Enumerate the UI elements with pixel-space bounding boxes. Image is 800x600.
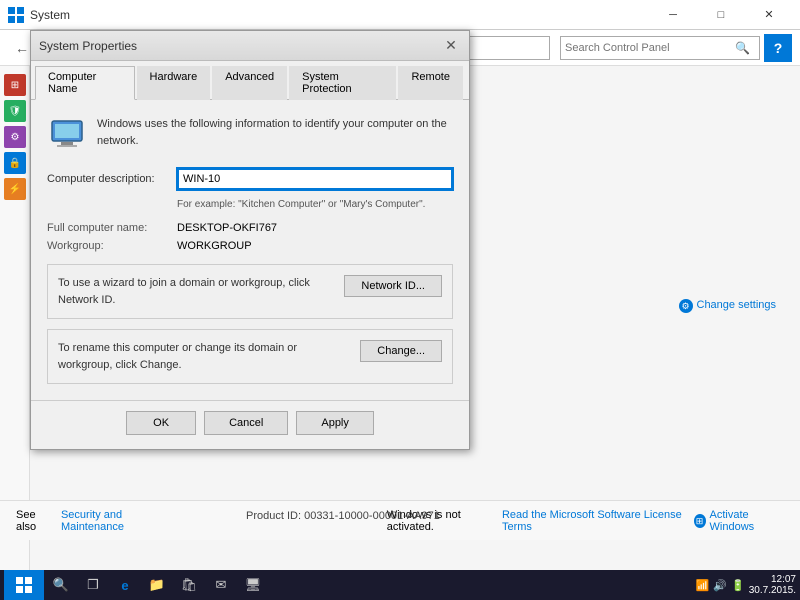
computer-description-input[interactable] xyxy=(177,168,453,190)
task-view-button[interactable]: ❐ xyxy=(78,570,108,600)
search-icon[interactable]: 🔍 xyxy=(735,41,750,55)
dialog-body: Windows uses the following information t… xyxy=(31,100,469,400)
ok-button[interactable]: OK xyxy=(126,411,196,435)
network-icon: 📶 xyxy=(696,579,710,592)
dialog-title: System Properties xyxy=(39,39,441,53)
network-id-section: To use a wizard to join a domain or work… xyxy=(47,264,453,319)
clock-time: 12:07 xyxy=(749,574,796,585)
rename-text: To rename this computer or change its do… xyxy=(58,340,350,373)
taskbar-right: 📶 🔊 🔋 12:07 30.7.2015. xyxy=(696,574,796,596)
activate-windows-btn[interactable]: ⊞ Activate Windows xyxy=(694,509,785,533)
workgroup-label: Workgroup: xyxy=(47,240,177,252)
cancel-button[interactable]: Cancel xyxy=(204,411,288,435)
network-id-text: To use a wizard to join a domain or work… xyxy=(58,275,334,308)
description-label: Computer description: xyxy=(47,173,177,185)
tab-system-protection[interactable]: System Protection xyxy=(289,66,396,100)
full-name-row: Full computer name: DESKTOP-OKFI767 xyxy=(47,222,453,234)
pinned-app-button[interactable]: 🖥 xyxy=(238,570,268,600)
tab-advanced[interactable]: Advanced xyxy=(212,66,287,100)
system-properties-dialog: System Properties ✕ Computer Name Hardwa… xyxy=(30,30,470,450)
clock: 12:07 30.7.2015. xyxy=(749,574,796,596)
start-button[interactable] xyxy=(4,570,44,600)
taskbar: 🔍 ❐ e 📁 🛍 ✉ 🖥 📶 🔊 🔋 12:07 30.7.2015. xyxy=(0,570,800,600)
info-section: Windows uses the following information t… xyxy=(47,116,453,156)
network-id-button[interactable]: Network ID... xyxy=(344,275,442,297)
file-explorer-button[interactable]: 📁 xyxy=(142,570,172,600)
dialog-titlebar: System Properties ✕ xyxy=(31,31,469,61)
workgroup-value: WORKGROUP xyxy=(177,240,252,252)
titlebar-controls: ─ □ ✕ xyxy=(650,0,792,30)
clock-date: 30.7.2015. xyxy=(749,585,796,596)
change-button[interactable]: Change... xyxy=(360,340,442,362)
volume-icon: 🔊 xyxy=(713,579,727,592)
computer-icon xyxy=(47,116,87,156)
windows-start-icon xyxy=(16,577,32,593)
description-hint: For example: "Kitchen Computer" or "Mary… xyxy=(177,198,453,212)
full-name-label: Full computer name: xyxy=(47,222,177,234)
store-button[interactable]: 🛍 xyxy=(174,570,204,600)
dialog-footer: OK Cancel Apply xyxy=(31,400,469,449)
tab-hardware[interactable]: Hardware xyxy=(137,66,211,100)
dialog-tabs: Computer Name Hardware Advanced System P… xyxy=(31,61,469,100)
change-settings-link[interactable]: ⚙ Change settings xyxy=(679,296,777,316)
rename-section: To rename this computer or change its do… xyxy=(47,329,453,384)
workgroup-row: Workgroup: WORKGROUP xyxy=(47,240,453,252)
taskbar-search-button[interactable]: 🔍 xyxy=(46,570,76,600)
maximize-button[interactable]: □ xyxy=(698,0,744,30)
activate-icon: ⊞ xyxy=(694,514,706,528)
license-link[interactable]: Read the Microsoft Software License Term… xyxy=(502,509,686,533)
dialog-overlay: System Properties ✕ Computer Name Hardwa… xyxy=(0,0,450,520)
tab-remote[interactable]: Remote xyxy=(398,66,463,100)
description-row: Computer description: xyxy=(47,168,453,190)
search-input[interactable] xyxy=(565,42,735,54)
battery-icon: 🔋 xyxy=(731,579,745,592)
info-text: Windows uses the following information t… xyxy=(97,116,453,149)
minimize-button[interactable]: ─ xyxy=(650,0,696,30)
full-name-value: DESKTOP-OKFI767 xyxy=(177,222,277,234)
tab-computer-name[interactable]: Computer Name xyxy=(35,66,135,100)
help-button[interactable]: ? xyxy=(764,34,792,62)
apply-button[interactable]: Apply xyxy=(296,411,374,435)
edge-button[interactable]: e xyxy=(110,570,140,600)
mail-button[interactable]: ✉ xyxy=(206,570,236,600)
settings-icon-small: ⚙ xyxy=(679,299,693,313)
close-button[interactable]: ✕ xyxy=(746,0,792,30)
dialog-close-button[interactable]: ✕ xyxy=(441,36,461,56)
search-bar: 🔍 xyxy=(560,36,760,60)
